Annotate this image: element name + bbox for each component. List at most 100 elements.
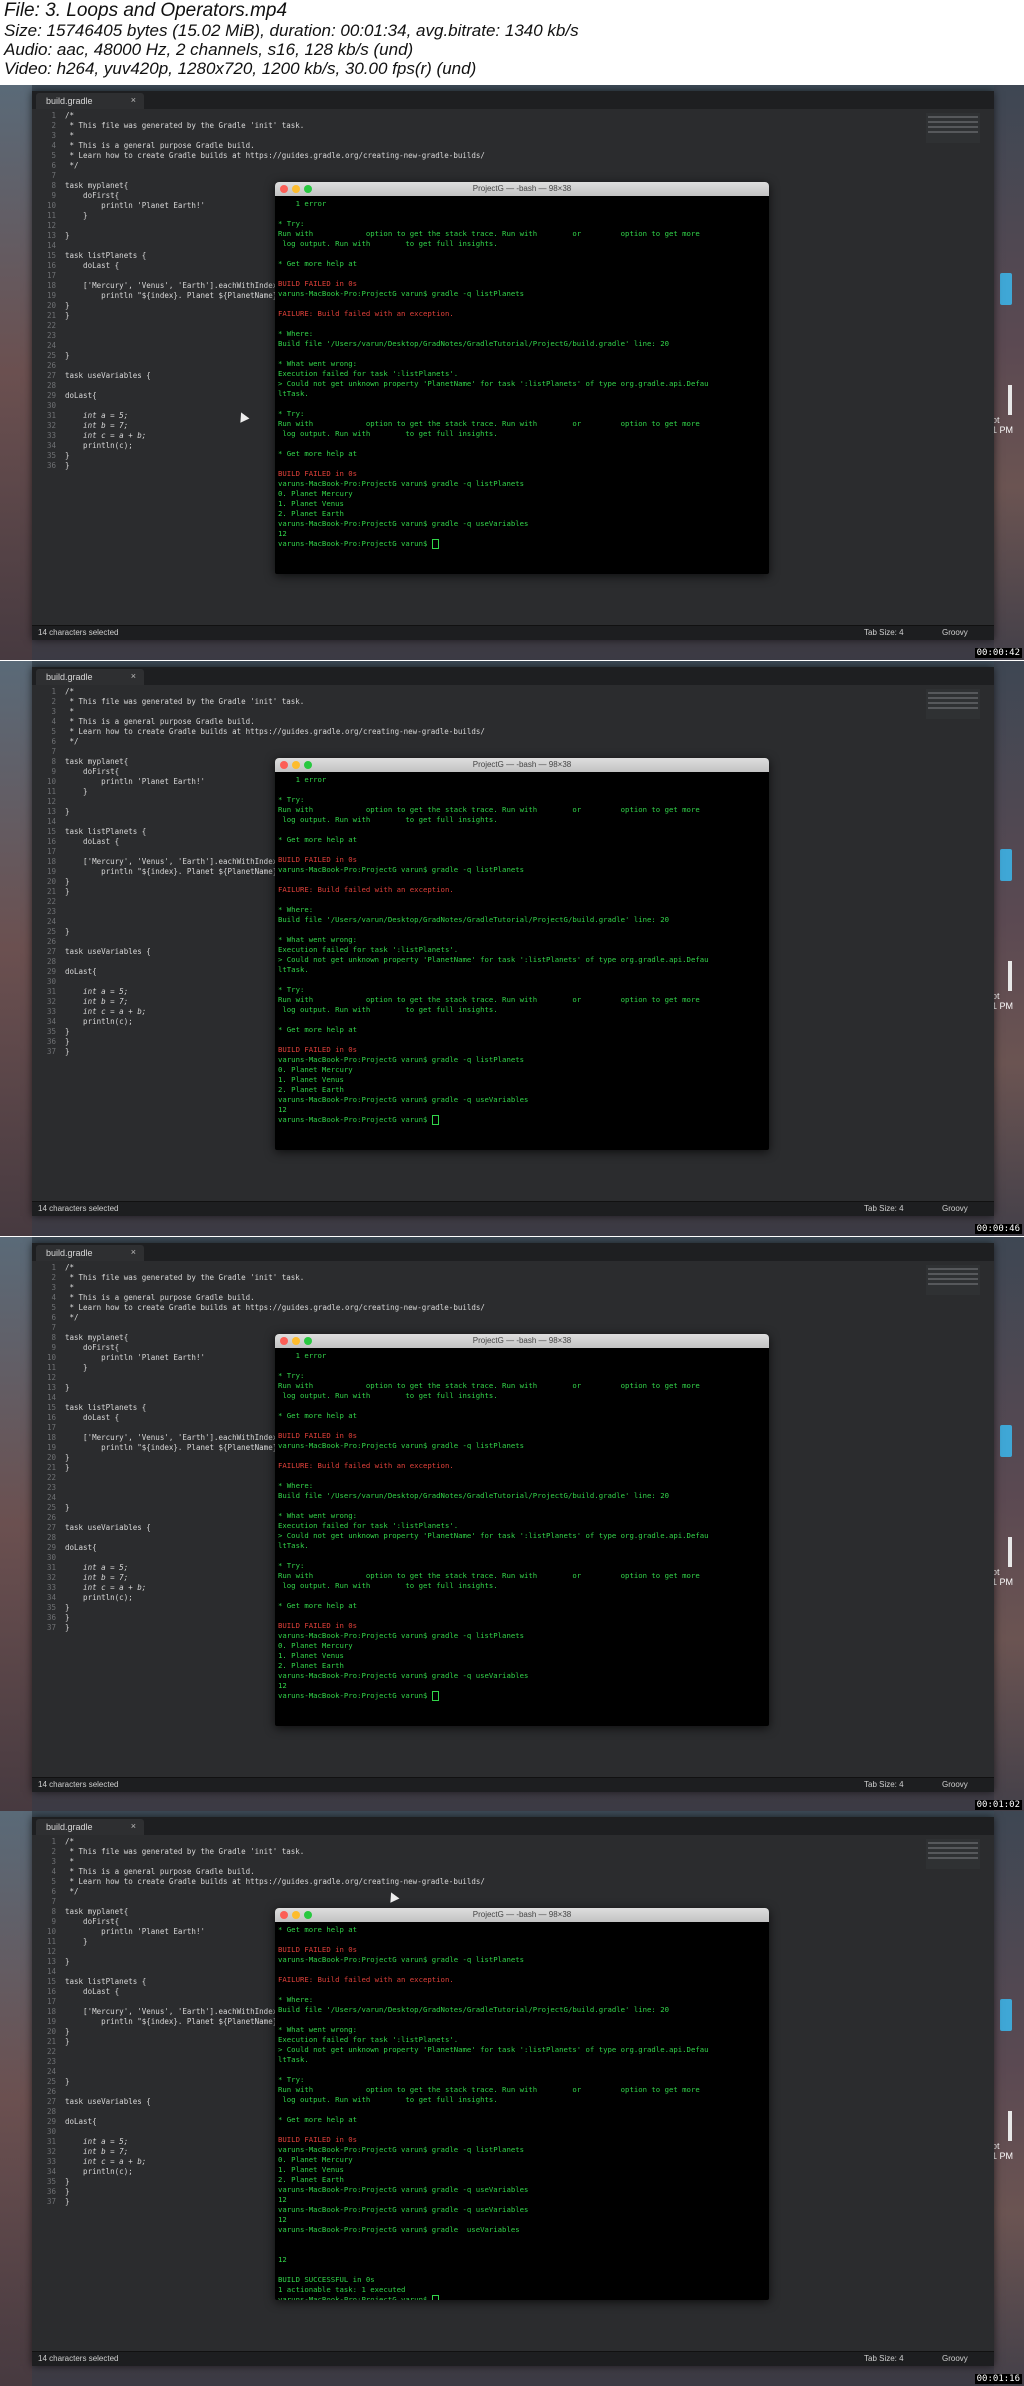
terminal-output[interactable]: 1 error * Try: Run with option to get the …: [278, 1351, 709, 1701]
line-number-gutter: 1 2 3 4 5 6 7 8 9 10 11 12 13 14 15 16 17 18 19 20 21 22 23 24 2…: [32, 687, 60, 1057]
code-line[interactable]: * This file was generated by the Gradle …: [65, 697, 485, 707]
code-line[interactable]: *: [65, 707, 485, 717]
desktop-folder-icon[interactable]: [1000, 273, 1012, 305]
desktop-file-icon[interactable]: [1008, 1537, 1012, 1567]
code-line[interactable]: * Learn how to create Gradle builds at h…: [65, 1877, 485, 1887]
code-line[interactable]: [65, 747, 485, 757]
terminal-title-bar[interactable]: ProjectG — -bash — 98×38: [275, 758, 769, 772]
code-line[interactable]: /*: [65, 1837, 485, 1847]
terminal-line-text: * Where:: [278, 1481, 314, 1490]
minimap[interactable]: [926, 113, 980, 143]
code-line[interactable]: * Learn how to create Gradle builds at h…: [65, 727, 485, 737]
tab-size-indicator[interactable]: Tab Size: 4: [864, 1780, 904, 1789]
tab-size-indicator[interactable]: Tab Size: 4: [864, 628, 904, 637]
code-line[interactable]: [65, 171, 485, 181]
tab-size-indicator[interactable]: Tab Size: 4: [864, 1204, 904, 1213]
terminal-window[interactable]: ProjectG — -bash — 98×38 1 error * Try: Ru…: [275, 1334, 769, 1726]
code-line[interactable]: * This file was generated by the Gradle …: [65, 121, 485, 131]
code-line[interactable]: */: [65, 1887, 485, 1897]
code-line[interactable]: * This file was generated by the Gradle …: [65, 1847, 485, 1857]
syntax-indicator[interactable]: Groovy: [942, 2354, 968, 2363]
editor-tab-bar: build.gradle ×: [32, 667, 994, 685]
code-line[interactable]: /*: [65, 111, 485, 121]
desktop-folder-icon[interactable]: [1000, 1425, 1012, 1457]
terminal-title-bar[interactable]: ProjectG — -bash — 98×38: [275, 182, 769, 196]
terminal-line: Run with option to get the stack trace. …: [278, 1571, 709, 1581]
terminal-line-text: * What went wrong:: [278, 1511, 358, 1520]
desktop-file-icon[interactable]: [1008, 385, 1012, 415]
code-line[interactable]: * This is a general purpose Gradle build…: [65, 1867, 485, 1877]
line-number: 3: [51, 707, 56, 716]
syntax-indicator[interactable]: Groovy: [942, 628, 968, 637]
terminal-line-text: * Try:: [278, 1561, 305, 1570]
close-icon[interactable]: ×: [131, 1821, 136, 1831]
terminal-line-text: log output. Run with to get full insight…: [278, 1391, 498, 1400]
code-line[interactable]: *: [65, 131, 485, 141]
desktop-file-icon[interactable]: [1008, 961, 1012, 991]
code-line[interactable]: */: [65, 737, 485, 747]
terminal-title-bar[interactable]: ProjectG — -bash — 98×38: [275, 1908, 769, 1922]
code-line[interactable]: */: [65, 1313, 485, 1323]
terminal-output[interactable]: * Get more help at BUILD FAILED in 0s varu…: [278, 1925, 709, 2300]
line-number: 30: [46, 977, 56, 986]
syntax-indicator[interactable]: Groovy: [942, 1780, 968, 1789]
code-line[interactable]: */: [65, 161, 485, 171]
code-line[interactable]: [65, 1897, 485, 1907]
terminal-line: varuns-MacBook-Pro:ProjectG varun$ gradl…: [278, 2145, 709, 2155]
syntax-indicator[interactable]: Groovy: [942, 1204, 968, 1213]
code-line[interactable]: /*: [65, 687, 485, 697]
code-line[interactable]: *: [65, 1283, 485, 1293]
desktop-wallpaper-right: [994, 85, 1024, 660]
line-number: 37: [46, 2197, 56, 2206]
close-icon[interactable]: ×: [131, 1247, 136, 1257]
terminal-line-text: * Try:: [278, 985, 305, 994]
code-line[interactable]: *: [65, 1857, 485, 1867]
terminal-line-text: 12: [278, 2195, 287, 2204]
code-line[interactable]: * This file was generated by the Gradle …: [65, 1273, 485, 1283]
terminal-title-bar[interactable]: ProjectG — -bash — 98×38: [275, 1334, 769, 1348]
terminal-window[interactable]: ProjectG — -bash — 98×38 1 error * Try: Ru…: [275, 182, 769, 574]
line-number: 17: [46, 271, 56, 280]
line-number: 26: [46, 1513, 56, 1522]
editor-tab-build-gradle[interactable]: build.gradle ×: [36, 1245, 144, 1261]
clock-fragment: ot 1 PM: [992, 991, 1014, 1011]
terminal-window[interactable]: ProjectG — -bash — 98×38 1 error * Try: Ru…: [275, 758, 769, 1150]
terminal-window[interactable]: ProjectG — -bash — 98×38 * Get more help…: [275, 1908, 769, 2300]
minimap[interactable]: [926, 1265, 980, 1295]
code-line[interactable]: * Learn how to create Gradle builds at h…: [65, 151, 485, 161]
line-number: 19: [46, 1443, 56, 1452]
minimap[interactable]: [926, 689, 980, 719]
tab-size-indicator[interactable]: Tab Size: 4: [864, 2354, 904, 2363]
code-line[interactable]: * This is a general purpose Gradle build…: [65, 717, 485, 727]
line-number: 4: [51, 1293, 56, 1302]
close-icon[interactable]: ×: [131, 671, 136, 681]
editor-tab-build-gradle[interactable]: build.gradle ×: [36, 1819, 144, 1835]
terminal-output[interactable]: 1 error * Try: Run with option to get the …: [278, 199, 709, 549]
desktop-file-icon[interactable]: [1008, 2111, 1012, 2141]
editor-tab-build-gradle[interactable]: build.gradle ×: [36, 93, 144, 109]
terminal-output[interactable]: 1 error * Try: Run with option to get the …: [278, 775, 709, 1125]
line-number: 9: [51, 1343, 56, 1352]
terminal-line: * Get more help at: [278, 1025, 709, 1035]
editor-tab-build-gradle[interactable]: build.gradle ×: [36, 669, 144, 685]
editor-status-bar: 14 characters selected Tab Size: 4 Groov…: [32, 625, 994, 640]
desktop-folder-icon[interactable]: [1000, 849, 1012, 881]
code-line[interactable]: /*: [65, 1263, 485, 1273]
code-line[interactable]: [65, 1323, 485, 1333]
code-line[interactable]: * This is a general purpose Gradle build…: [65, 141, 485, 151]
code-line[interactable]: * This is a general purpose Gradle build…: [65, 1293, 485, 1303]
desktop-folder-icon[interactable]: [1000, 1999, 1012, 2031]
line-number: 20: [46, 2027, 56, 2036]
audio-info: Audio: aac, 48000 Hz, 2 channels, s16, 1…: [4, 40, 414, 59]
minimap[interactable]: [926, 1839, 980, 1869]
terminal-line: BUILD FAILED in 0s: [278, 1945, 709, 1955]
line-number: 21: [46, 887, 56, 896]
line-number: 12: [46, 221, 56, 230]
close-icon[interactable]: ×: [131, 95, 136, 105]
code-line[interactable]: * Learn how to create Gradle builds at h…: [65, 1303, 485, 1313]
line-number: 29: [46, 2117, 56, 2126]
video-frame: ot 1 PM build.gradle × 1 2 3 4 5 6 7 8 9 10 11 12 13 1…: [0, 1811, 1024, 2386]
